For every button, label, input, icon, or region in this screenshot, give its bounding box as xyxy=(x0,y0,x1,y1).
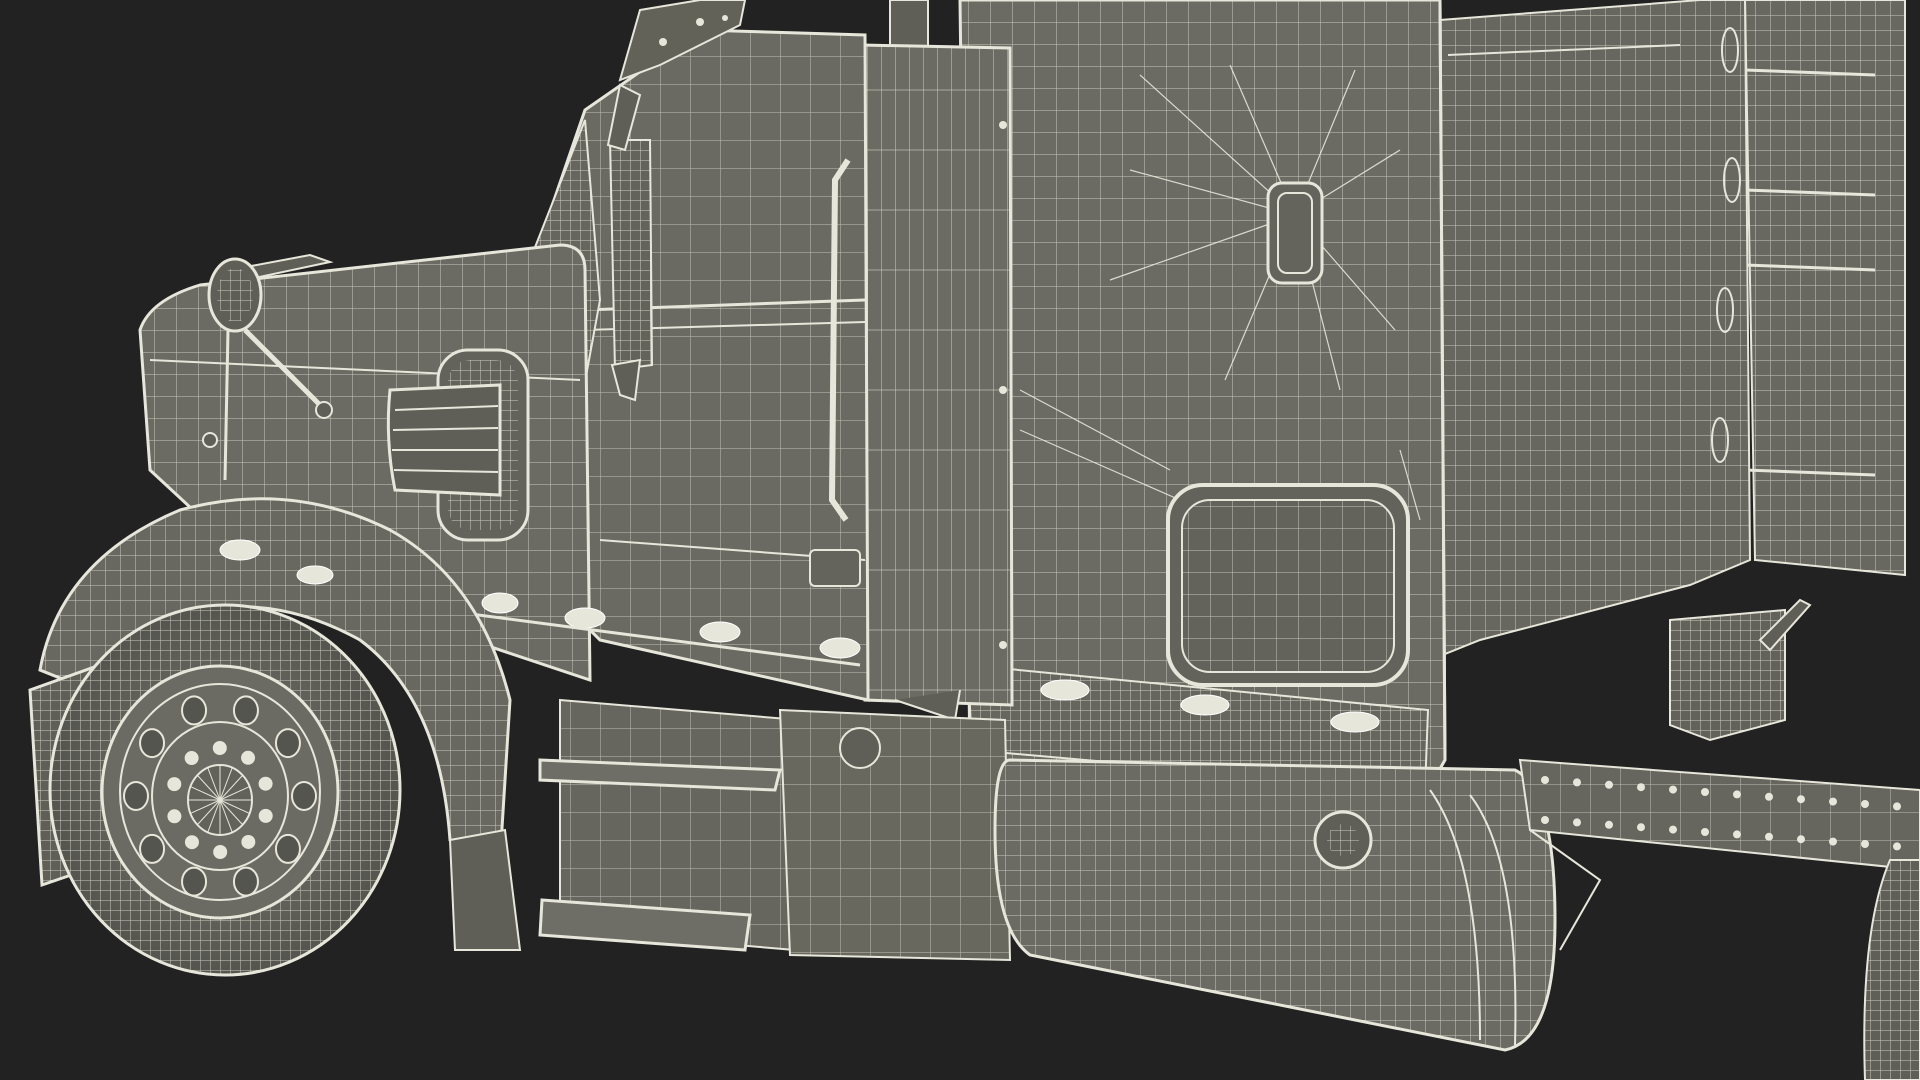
wheel-hand-hole xyxy=(232,695,259,726)
fuel-tank xyxy=(993,758,1557,1052)
wheel-hand-hole xyxy=(291,781,317,811)
frame-rivet xyxy=(1797,835,1805,844)
marker-light xyxy=(1330,711,1380,733)
lug-nut xyxy=(258,776,273,791)
marker-light xyxy=(481,592,519,614)
tank-cap xyxy=(839,727,881,769)
cab-steps xyxy=(538,698,802,952)
wheel-hand-hole xyxy=(274,728,301,759)
frame-rivet xyxy=(1637,783,1645,792)
frame-rivet xyxy=(1797,795,1805,804)
frame-rivet xyxy=(1733,830,1741,839)
lug-nut xyxy=(167,777,182,792)
lug-nut xyxy=(241,750,256,765)
lug-nut xyxy=(241,834,256,849)
frame-rivet xyxy=(1861,840,1869,848)
air-tank-box xyxy=(1669,598,1812,742)
marker-light xyxy=(1180,694,1230,716)
wheel-hand-hole xyxy=(274,833,301,864)
frame-rivet xyxy=(1733,790,1741,799)
frame-rivet xyxy=(1701,788,1709,796)
frame-rivet xyxy=(1829,797,1837,806)
cab-grab-recess xyxy=(1266,181,1324,285)
frame-rivet xyxy=(1637,823,1645,832)
frame-rivet xyxy=(1893,842,1901,851)
frame-rivet xyxy=(1669,825,1677,834)
mud-flap xyxy=(448,828,522,951)
wheel-hand-hole xyxy=(232,866,259,897)
frame-rivet xyxy=(1765,792,1773,801)
wheel-hand-hole xyxy=(139,728,166,759)
frame-rivet xyxy=(1893,802,1901,811)
frame-rivet xyxy=(1541,776,1549,784)
frame-rivet xyxy=(1829,837,1837,846)
sleeper-side-panel xyxy=(1428,0,1752,662)
marker-light xyxy=(1040,679,1090,701)
lug-nut xyxy=(258,808,273,823)
wheel-hand-hole xyxy=(123,781,149,811)
wheel-hand-hole xyxy=(181,866,208,897)
marker-light xyxy=(699,621,741,643)
wheel-hand-hole xyxy=(181,695,208,726)
chassis-frame-rail xyxy=(1518,758,1920,951)
storage-door xyxy=(1166,483,1410,687)
sleeper-rear-wall xyxy=(1743,0,1906,577)
frame-rivet xyxy=(1861,800,1869,808)
truck-wireframe-render xyxy=(28,0,1920,1080)
frame-rivet xyxy=(1605,780,1613,789)
lug-nut xyxy=(184,751,199,766)
front-wheel xyxy=(48,603,402,977)
frame-rivet xyxy=(1669,785,1677,794)
wheel-hand-hole xyxy=(139,833,166,864)
marker-light xyxy=(219,539,261,561)
rear-wheel-edge xyxy=(1863,859,1920,1080)
frame-rivet xyxy=(1701,828,1709,836)
frame-rivet xyxy=(1573,778,1581,787)
lug-nut xyxy=(212,741,227,756)
lug-nut xyxy=(184,835,199,850)
frame-rivet xyxy=(1541,816,1549,824)
battery-box xyxy=(778,708,1012,962)
marker-light xyxy=(819,637,861,659)
frame-rivet xyxy=(1605,820,1613,829)
viewport xyxy=(0,0,1920,1080)
marker-light xyxy=(564,607,606,629)
lug-nut xyxy=(167,809,182,824)
exhaust-stack xyxy=(860,0,1014,722)
lug-nut xyxy=(213,844,228,859)
frame-rivet xyxy=(1573,818,1581,827)
frame-rivet xyxy=(1765,832,1773,841)
door-latch xyxy=(809,549,861,587)
marker-light xyxy=(296,565,334,585)
